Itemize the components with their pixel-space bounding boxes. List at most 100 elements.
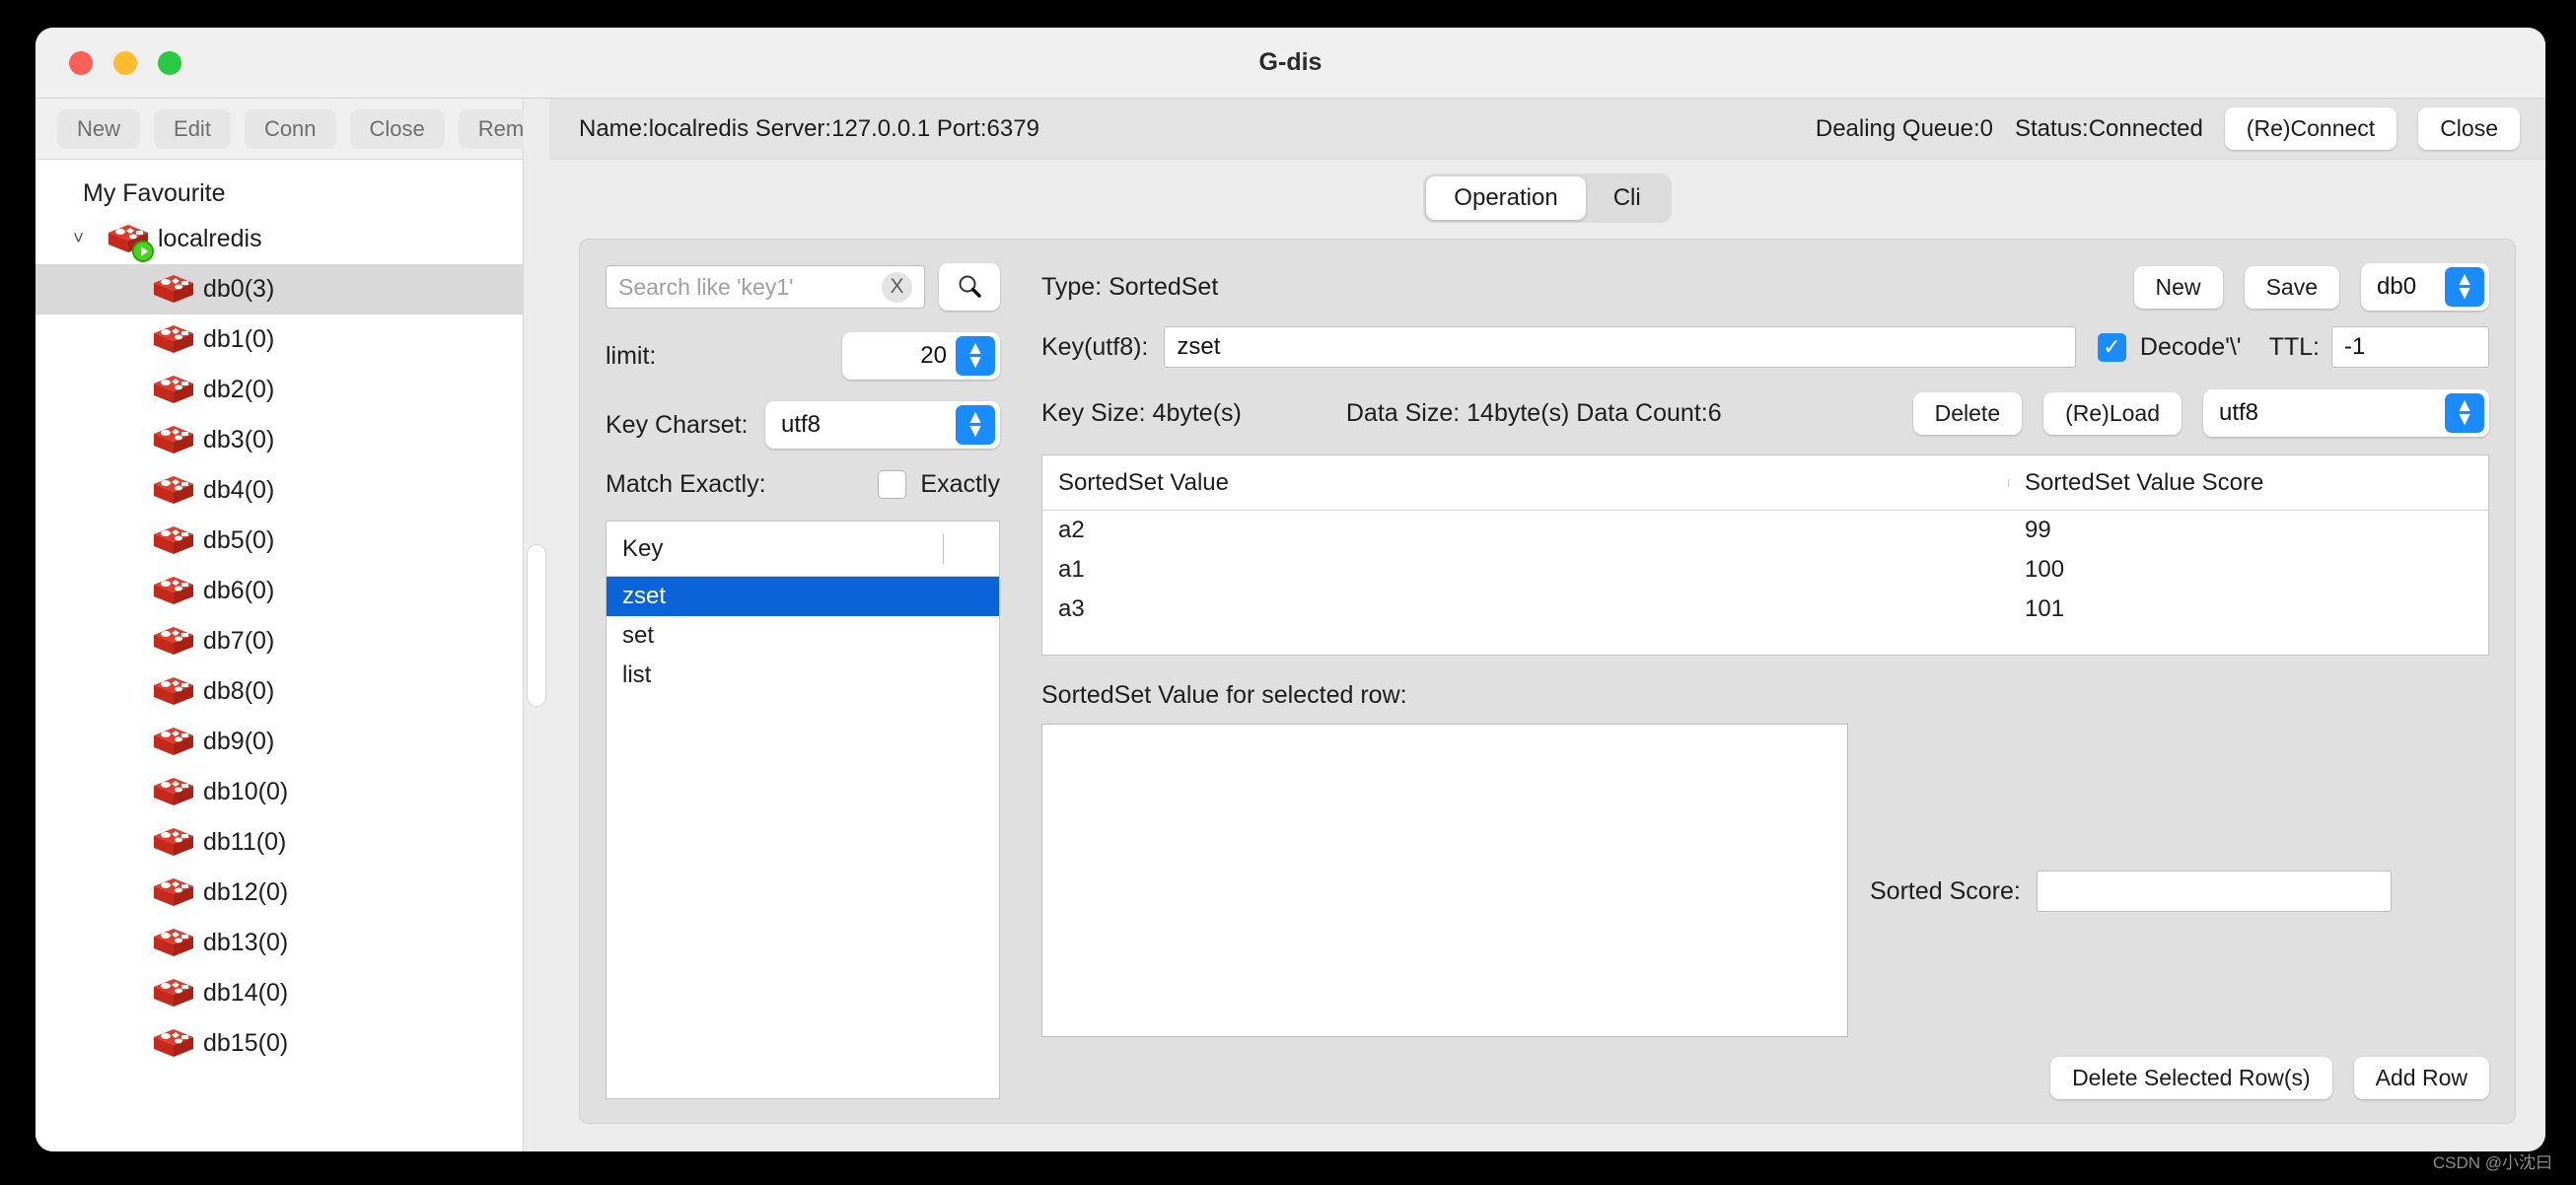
- key-list-item[interactable]: zset: [607, 577, 999, 616]
- sidebar-item-label: db6(0): [203, 577, 275, 604]
- match-exactly-row: Match Exactly: Exactly: [606, 470, 1000, 499]
- delete-selected-rows-button[interactable]: Delete Selected Row(s): [2050, 1057, 2332, 1099]
- delete-key-button[interactable]: Delete: [1912, 391, 2023, 435]
- sidebar-item-db13[interactable]: db13(0): [36, 918, 523, 968]
- splitter-grip[interactable]: [527, 543, 546, 707]
- minimize-window-button[interactable]: [113, 50, 137, 75]
- column-header-score[interactable]: SortedSet Value Score: [2009, 469, 2263, 497]
- value-charset-select[interactable]: utf8 ▲ ▼: [2203, 389, 2489, 437]
- selected-value-textarea[interactable]: [1041, 724, 1848, 1037]
- sidebar-item-db0[interactable]: db0(3): [36, 264, 523, 314]
- key-list-item[interactable]: set: [607, 616, 999, 656]
- redis-cube-icon: [107, 223, 154, 262]
- charset-row: Key Charset: utf8 ▲ ▼: [606, 401, 1000, 449]
- close-window-button[interactable]: [69, 50, 93, 75]
- sidebar-item-db6[interactable]: db6(0): [36, 566, 523, 616]
- chevron-down-icon[interactable]: ˅: [73, 230, 99, 248]
- sidebar-item-label: db14(0): [203, 979, 289, 1007]
- table-row[interactable]: a1 100: [1042, 550, 2488, 590]
- connected-play-badge-icon: [132, 240, 154, 262]
- db-select[interactable]: db0 ▲ ▼: [2361, 263, 2489, 311]
- reconnect-button[interactable]: (Re)Connect: [2224, 107, 2397, 150]
- tree-item-localredis[interactable]: ˅ localredis: [36, 214, 523, 264]
- sidebar: New Edit Conn Close Rem My Favourite ˅ l…: [36, 99, 544, 1151]
- save-key-button[interactable]: Save: [2244, 265, 2339, 309]
- redis-cube-icon: [152, 625, 195, 659]
- redis-cube-icon: [152, 424, 195, 457]
- sidebar-item-db3[interactable]: db3(0): [36, 415, 523, 465]
- cell-value: a3: [1058, 595, 1085, 622]
- stepper-arrows-icon[interactable]: ▲ ▼: [956, 336, 995, 376]
- magnifier-icon: [959, 275, 981, 298]
- reload-button[interactable]: (Re)Load: [2043, 391, 2182, 435]
- sidebar-item-db2[interactable]: db2(0): [36, 365, 523, 415]
- new-connection-button[interactable]: New: [57, 108, 141, 149]
- selected-value-label: SortedSet Value for selected row:: [1041, 681, 1407, 709]
- key-field[interactable]: zset: [1164, 326, 2076, 368]
- sidebar-item-db15[interactable]: db15(0): [36, 1018, 523, 1069]
- decode-checkbox[interactable]: ✓: [2097, 332, 2126, 362]
- sidebar-item-label: db15(0): [203, 1029, 289, 1057]
- table-row[interactable]: a3 101: [1042, 590, 2488, 629]
- window-traffic-lights[interactable]: [69, 50, 181, 75]
- db-select-arrows-icon[interactable]: ▲ ▼: [2445, 267, 2484, 307]
- key-column-header: Key: [622, 534, 664, 562]
- column-header-value[interactable]: SortedSet Value: [1042, 469, 2009, 497]
- sidebar-item-db10[interactable]: db10(0): [36, 767, 523, 817]
- sidebar-item-label: db9(0): [203, 728, 275, 755]
- redis-cube-icon: [152, 675, 195, 709]
- chevron-updown-icon[interactable]: ▲ ▼: [956, 405, 995, 445]
- sidebar-item-db7[interactable]: db7(0): [36, 616, 523, 666]
- key-column-divider[interactable]: [943, 533, 944, 564]
- key-rows: zset set list: [607, 577, 999, 695]
- connect-button[interactable]: Conn: [244, 108, 336, 149]
- value-charset-arrows-icon[interactable]: ▲ ▼: [2445, 393, 2484, 433]
- key-charset-select[interactable]: utf8 ▲ ▼: [765, 401, 1000, 449]
- key-list-item[interactable]: list: [607, 656, 999, 695]
- sidebar-item-label: db11(0): [203, 828, 287, 856]
- key-search-column: Search like 'key1' X limit: 20 ▲ ▼ Key C…: [606, 263, 1000, 1099]
- close-connection-header-button[interactable]: Close: [2418, 107, 2520, 150]
- sidebar-item-label: db13(0): [203, 929, 289, 956]
- sorted-score-field[interactable]: [2036, 871, 2392, 912]
- sidebar-item-db9[interactable]: db9(0): [36, 717, 523, 767]
- sidebar-item-label: db8(0): [203, 677, 275, 705]
- search-button[interactable]: [939, 263, 1000, 311]
- sidebar-item-db4[interactable]: db4(0): [36, 465, 523, 516]
- tree-item-label: localredis: [158, 225, 262, 252]
- limit-stepper[interactable]: 20 ▲ ▼: [842, 332, 1000, 380]
- sidebar-item-db5[interactable]: db5(0): [36, 516, 523, 566]
- redis-cube-icon: [152, 575, 195, 608]
- ttl-field[interactable]: -1: [2331, 326, 2489, 368]
- tab-cli[interactable]: Cli: [1586, 176, 1669, 220]
- search-input[interactable]: Search like 'key1' X: [606, 265, 925, 309]
- search-placeholder: Search like 'key1': [618, 273, 794, 300]
- value-editor-row: Sorted Score:: [1041, 724, 2489, 1037]
- exactly-checkbox[interactable]: [878, 470, 907, 499]
- sidebar-item-db11[interactable]: db11(0): [36, 817, 523, 868]
- table-row[interactable]: a2 99: [1042, 511, 2488, 550]
- type-row: Type: SortedSet New Save db0 ▲ ▼: [1041, 263, 2489, 311]
- sidebar-item-db12[interactable]: db12(0): [36, 868, 523, 918]
- sidebar-item-label: db12(0): [203, 878, 289, 906]
- close-connection-button[interactable]: Close: [349, 108, 445, 149]
- sidebar-item-db1[interactable]: db1(0): [36, 314, 523, 365]
- sidebar-item-label: db2(0): [203, 376, 275, 403]
- new-key-button[interactable]: New: [2133, 265, 2223, 309]
- clear-search-icon[interactable]: X: [882, 271, 912, 303]
- tab-operation[interactable]: Operation: [1426, 176, 1586, 220]
- redis-cube-icon: [152, 524, 195, 558]
- maximize-window-button[interactable]: [158, 50, 181, 75]
- sidebar-item-db14[interactable]: db14(0): [36, 968, 523, 1018]
- key-list-header[interactable]: Key: [607, 522, 999, 577]
- value-charset-value: utf8: [2219, 399, 2259, 426]
- edit-connection-button[interactable]: Edit: [154, 108, 231, 149]
- database-list: db0(3) db1(0) db2(0) db3(0) db4(0) db5(0) db6(…: [36, 264, 523, 1069]
- add-row-button[interactable]: Add Row: [2353, 1057, 2489, 1099]
- sorted-score-label: Sorted Score:: [1870, 876, 2021, 905]
- sidebar-item-label: db7(0): [203, 627, 275, 655]
- redis-cube-icon: [152, 927, 195, 960]
- sidebar-splitter[interactable]: [524, 99, 549, 1151]
- window-titlebar: G-dis: [36, 28, 2545, 99]
- sidebar-item-db8[interactable]: db8(0): [36, 666, 523, 717]
